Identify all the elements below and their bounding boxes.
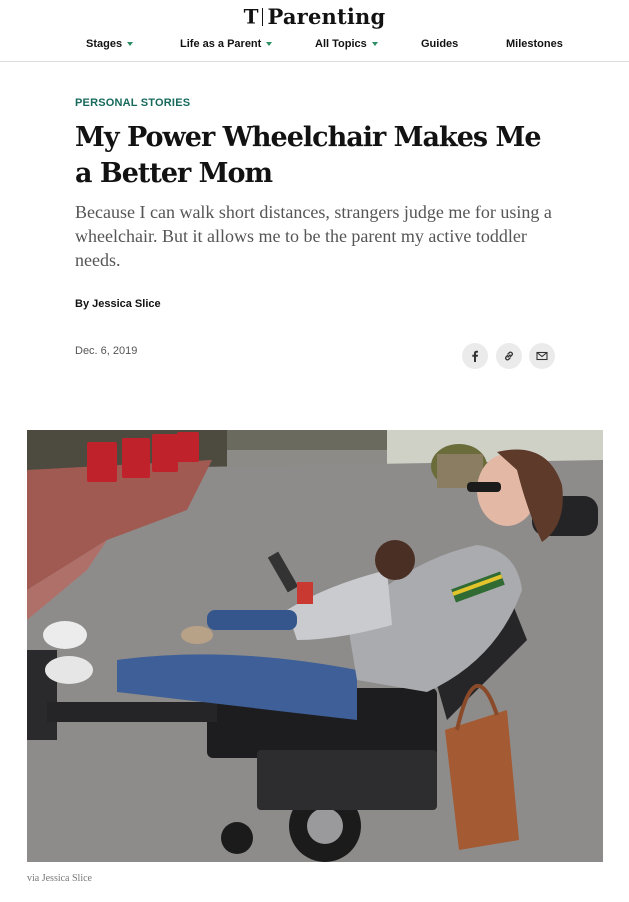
nav-item-milestones[interactable]: Milestones bbox=[506, 38, 563, 50]
article-date: Dec. 6, 2019 bbox=[75, 345, 138, 357]
nyt-t-logo: T bbox=[243, 4, 259, 29]
caret-down-icon bbox=[127, 42, 134, 47]
nav-item-all-topics[interactable]: All Topics bbox=[315, 38, 378, 50]
link-icon bbox=[505, 351, 513, 361]
wheelchair-photo-illustration bbox=[27, 430, 603, 862]
nav-item-guides[interactable]: Guides bbox=[421, 38, 458, 50]
article-summary: Because I can walk short distances, stra… bbox=[75, 202, 552, 270]
share-link-button[interactable] bbox=[496, 343, 522, 369]
article-headline: My Power Wheelchair Makes Me a Better Mo… bbox=[75, 122, 542, 189]
caret-down-icon bbox=[371, 42, 378, 47]
nav-item-life-as-a-parent[interactable]: Life as a Parent bbox=[180, 38, 273, 50]
share-facebook-button[interactable] bbox=[462, 343, 488, 369]
caret-down-icon bbox=[266, 42, 273, 47]
logo-wordmark: Parenting bbox=[267, 4, 386, 29]
logo-divider bbox=[262, 7, 264, 26]
nav-item-stages[interactable]: Stages bbox=[86, 38, 134, 50]
facebook-icon bbox=[472, 350, 478, 362]
section-nav: Stages Life as a Parent All Topics Guide… bbox=[0, 38, 629, 52]
masthead: T Parenting Stages Life as a Parent All T… bbox=[0, 0, 629, 62]
parenting-logo[interactable]: T Parenting bbox=[0, 4, 629, 29]
article-kicker[interactable]: PERSONAL STORIES bbox=[75, 97, 190, 109]
photo-credit: via Jessica Slice bbox=[27, 873, 92, 884]
share-email-button[interactable] bbox=[529, 343, 555, 369]
article-photo bbox=[27, 430, 603, 862]
article-byline[interactable]: By Jessica Slice bbox=[75, 298, 161, 310]
email-icon bbox=[536, 351, 548, 361]
